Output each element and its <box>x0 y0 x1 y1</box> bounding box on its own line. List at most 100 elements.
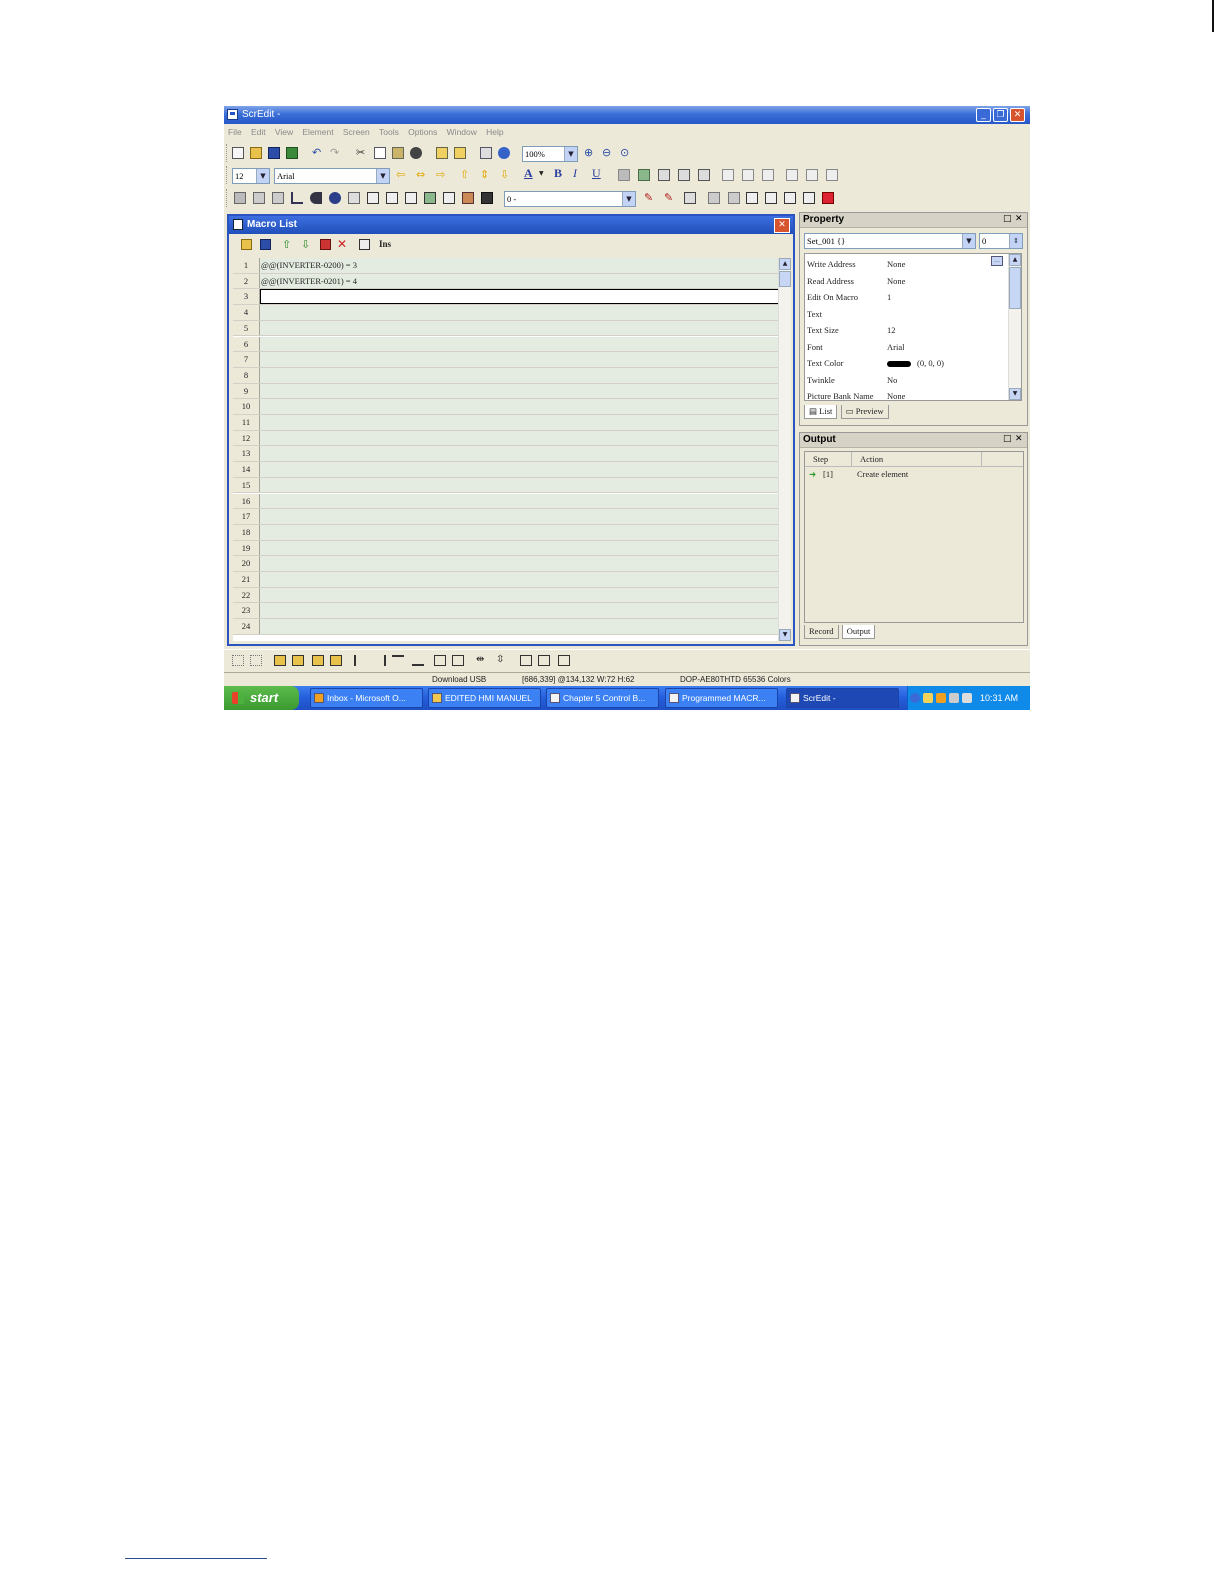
menu-window[interactable]: Window <box>447 125 477 139</box>
zoom-in-icon[interactable]: ⊕ <box>584 147 596 159</box>
align-left-arrow-icon[interactable]: ⇦ <box>396 169 408 181</box>
macro-row[interactable]: 22 <box>233 587 779 604</box>
screen-icon[interactable] <box>436 147 448 159</box>
macro-row[interactable]: 23 <box>233 603 779 620</box>
property-value[interactable]: Arial <box>887 339 1007 355</box>
find-icon[interactable] <box>410 147 422 159</box>
insert-button[interactable]: Ins <box>379 239 391 249</box>
command-list-icon[interactable] <box>359 239 370 250</box>
macro-close-button[interactable]: ✕ <box>774 218 790 233</box>
task-programmed-macro[interactable]: Programmed MACR... <box>665 688 778 708</box>
run-icon[interactable]: ✎ <box>644 192 656 204</box>
menu-element[interactable]: Element <box>302 125 333 139</box>
align-right-icon[interactable] <box>762 169 774 181</box>
macro-code-cell[interactable] <box>260 430 779 446</box>
zoom-out-icon[interactable]: ⊖ <box>602 147 614 159</box>
scroll-up-icon[interactable]: ▲ <box>779 258 791 270</box>
bar-element-icon[interactable] <box>272 192 284 204</box>
task-scredit[interactable]: ScrEdit - <box>786 688 899 708</box>
macro-row[interactable]: 18 <box>233 524 779 541</box>
window-icon[interactable] <box>803 192 815 204</box>
export-icon[interactable] <box>286 147 298 159</box>
open-folder-icon[interactable] <box>241 239 252 250</box>
center-both-icon[interactable] <box>558 655 570 666</box>
layer-select[interactable]: 0 - ▼ <box>504 191 636 207</box>
property-row[interactable]: Read Address None <box>805 273 1011 290</box>
scroll-down-icon[interactable]: ▼ <box>779 629 791 641</box>
forward-icon[interactable] <box>728 192 740 204</box>
float-icon[interactable]: □ <box>1003 434 1012 444</box>
task-inbox[interactable]: Inbox - Microsoft O... <box>310 688 423 708</box>
underline-button[interactable]: U <box>592 167 604 179</box>
macro-row[interactable]: 4 <box>233 305 779 321</box>
macro-code-cell[interactable] <box>260 524 779 540</box>
macro-scrollbar[interactable]: ▲ ▼ <box>778 258 791 641</box>
minimize-button[interactable]: _ <box>976 108 991 122</box>
macro-row[interactable]: 24 <box>233 619 779 635</box>
tab-list[interactable]: ▤ List <box>804 405 838 419</box>
toolbar-grip[interactable] <box>226 166 230 184</box>
macro-code-cell[interactable] <box>260 603 779 619</box>
space-vertical-icon[interactable]: ⇳ <box>496 655 508 666</box>
restore-button[interactable]: ❐ <box>993 108 1008 122</box>
bring-forward-icon[interactable] <box>312 655 324 666</box>
delete-icon[interactable]: ✕ <box>337 238 348 250</box>
task-chapter5[interactable]: Chapter 5 Control B... <box>546 688 659 708</box>
macro-code-cell[interactable] <box>260 462 779 477</box>
send-back-icon[interactable] <box>292 655 304 666</box>
cut-icon[interactable]: ✂ <box>356 147 368 159</box>
toolbar-grip[interactable] <box>226 189 230 207</box>
macro-code-cell[interactable] <box>260 619 779 634</box>
property-value[interactable]: None <box>887 388 1007 400</box>
macro-row[interactable]: 9 <box>233 383 779 400</box>
property-value[interactable]: None <box>887 256 1007 272</box>
snap-icon[interactable] <box>232 655 244 666</box>
align-right-arrow-icon[interactable]: ⇨ <box>436 169 448 181</box>
zoom-select[interactable]: 100% ▼ <box>522 146 578 162</box>
center-icon[interactable] <box>698 169 710 181</box>
zoom-fit-icon[interactable]: ⊙ <box>620 147 632 159</box>
task-edited-hmi[interactable]: EDITED HMI MANUEL <box>428 688 541 708</box>
resize-icon[interactable] <box>638 169 650 181</box>
curve-element-icon[interactable] <box>291 192 303 204</box>
output-entry[interactable]: ➜ [1] Create element <box>809 467 1019 482</box>
macro-code-cell[interactable] <box>260 289 779 305</box>
object-select[interactable]: Set_001 {} ▼ <box>804 233 976 249</box>
align-bottom-edge-icon[interactable] <box>412 655 424 666</box>
align-left-edge-icon[interactable] <box>354 655 366 666</box>
ungroup-icon[interactable] <box>678 169 690 181</box>
compile-icon[interactable] <box>480 147 492 159</box>
paste-icon[interactable] <box>392 147 404 159</box>
back-icon[interactable] <box>708 192 720 204</box>
macro-row[interactable]: 11 <box>233 415 779 431</box>
move-up-icon[interactable]: ⇧ <box>282 239 293 250</box>
start-button[interactable]: start <box>224 686 299 710</box>
property-icon[interactable] <box>684 192 696 204</box>
same-width-icon[interactable] <box>434 655 446 666</box>
index-spinner[interactable]: 0 ⇕ <box>979 233 1023 249</box>
macro-code-cell[interactable] <box>260 399 779 414</box>
meter-element-icon[interactable] <box>253 192 265 204</box>
align-vcenter-icon[interactable] <box>806 169 818 181</box>
property-row[interactable]: Text <box>805 306 1011 323</box>
undo-icon[interactable]: ↶ <box>312 147 324 159</box>
macro-row[interactable]: 2 @@(INVERTER-0201) = 4 <box>233 273 779 290</box>
macro-row[interactable]: 21 <box>233 572 779 588</box>
macro-code-cell[interactable] <box>260 352 779 367</box>
property-value[interactable]: 1 <box>887 289 1007 305</box>
mail-icon[interactable] <box>923 693 933 703</box>
macro-code-cell[interactable] <box>260 572 779 587</box>
macro-code-cell[interactable] <box>260 336 779 352</box>
tray-expand-icon[interactable] <box>910 693 920 703</box>
graph-element-icon[interactable] <box>424 192 436 204</box>
align-top-edge-icon[interactable] <box>392 655 404 666</box>
toolbar-grip[interactable] <box>226 144 230 162</box>
pencil-icon[interactable] <box>618 169 630 181</box>
trend-element-icon[interactable] <box>405 192 417 204</box>
macro-code-cell[interactable] <box>260 540 779 556</box>
macro-row[interactable]: 14 <box>233 462 779 478</box>
network-icon[interactable] <box>949 693 959 703</box>
redo-icon[interactable]: ↷ <box>330 147 342 159</box>
macro-row[interactable]: 16 <box>233 493 779 510</box>
macro-row[interactable]: 13 <box>233 446 779 463</box>
